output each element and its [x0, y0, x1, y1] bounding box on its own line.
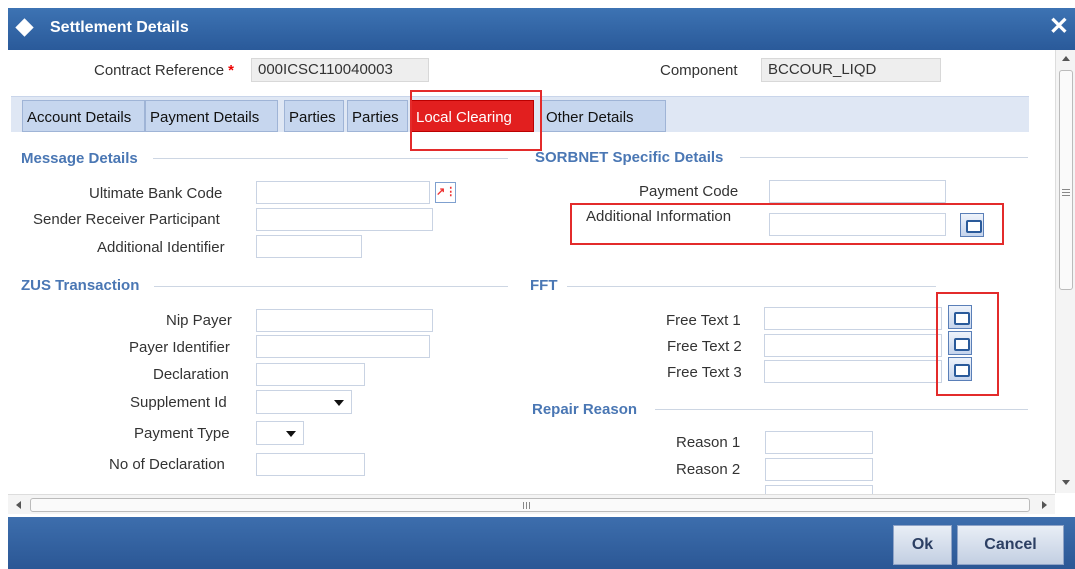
grip-icon	[1062, 189, 1070, 190]
ok-button[interactable]: Ok	[893, 525, 952, 565]
tab-account-details[interactable]: Account Details	[22, 100, 145, 132]
scroll-down-icon[interactable]	[1062, 480, 1070, 485]
highlight-local-clearing	[410, 90, 542, 151]
no-of-declaration-input[interactable]	[256, 453, 365, 476]
reason-2-label: Reason 2	[676, 461, 741, 478]
free-text-2-input[interactable]	[764, 334, 942, 357]
payment-code-input[interactable]	[769, 180, 946, 203]
declaration-label: Declaration	[153, 366, 229, 383]
required-marker: *	[228, 62, 234, 79]
additional-identifier-input[interactable]	[256, 235, 362, 258]
payment-type-select[interactable]	[256, 421, 304, 445]
fft-title: FFT	[530, 277, 558, 294]
payment-type-label: Payment Type	[134, 425, 230, 442]
reason-1-label: Reason 1	[676, 434, 741, 451]
payer-identifier-label: Payer Identifier	[129, 339, 230, 356]
sorbnet-title: SORBNET Specific Details	[535, 149, 724, 166]
free-text-3-input[interactable]	[764, 360, 942, 383]
note-icon[interactable]	[948, 305, 972, 329]
lov-search-icon[interactable]: ↗⋮	[435, 182, 456, 203]
vertical-scroll-thumb[interactable]	[1059, 70, 1073, 290]
additional-information-label: Additional Information	[586, 208, 732, 225]
repair-reason-title: Repair Reason	[532, 401, 638, 418]
scroll-left-icon[interactable]	[16, 501, 21, 509]
sender-receiver-label: Sender Receiver Participant	[33, 211, 220, 228]
component-label: Component	[660, 62, 738, 79]
additional-identifier-label: Additional Identifier	[97, 239, 225, 256]
tab-payment-details[interactable]: Payment Details	[145, 100, 278, 132]
message-details-title: Message Details	[21, 150, 138, 167]
window-title: Settlement Details	[50, 19, 189, 36]
scroll-up-icon[interactable]	[1062, 56, 1070, 61]
reason-2-input[interactable]	[765, 458, 873, 481]
dropdown-arrow-icon	[334, 400, 344, 406]
declaration-input[interactable]	[256, 363, 365, 386]
tab-parties-1[interactable]: Parties	[284, 100, 344, 132]
section-divider	[655, 409, 1028, 410]
cancel-button[interactable]: Cancel	[957, 525, 1064, 565]
note-icon[interactable]	[948, 357, 972, 381]
supplement-id-label: Supplement Id	[130, 394, 227, 411]
no-of-declaration-label: No of Declaration	[109, 456, 225, 473]
grip-icon	[523, 502, 524, 509]
zus-transaction-title: ZUS Transaction	[21, 277, 140, 294]
ultimate-bank-code-input[interactable]	[256, 181, 430, 204]
tab-other-details[interactable]: Other Details	[541, 100, 666, 132]
contract-reference-field: 000ICSC110040003	[251, 58, 429, 82]
payment-code-label: Payment Code	[639, 183, 739, 200]
section-divider	[154, 286, 508, 287]
free-text-3-label: Free Text 3	[667, 364, 742, 381]
sender-receiver-input[interactable]	[256, 208, 433, 231]
ultimate-bank-code-label: Ultimate Bank Code	[89, 185, 223, 202]
section-divider	[153, 158, 508, 159]
payer-identifier-input[interactable]	[256, 335, 430, 358]
dropdown-arrow-icon	[286, 431, 296, 437]
free-text-2-label: Free Text 2	[667, 338, 742, 355]
reason-1-input[interactable]	[765, 431, 873, 454]
nip-payer-input[interactable]	[256, 309, 433, 332]
additional-information-input[interactable]	[769, 213, 946, 236]
nip-payer-label: Nip Payer	[166, 312, 232, 329]
contract-reference-label: Contract Reference *	[94, 62, 234, 79]
window-title-bar: Settlement Details ✕	[8, 8, 1075, 50]
component-field: BCCOUR_LIQD	[761, 58, 941, 82]
tab-parties-2[interactable]: Parties	[347, 100, 408, 132]
horizontal-scroll-thumb[interactable]	[30, 498, 1030, 512]
section-divider	[740, 157, 1028, 158]
scroll-right-icon[interactable]	[1042, 501, 1047, 509]
close-icon[interactable]: ✕	[1049, 14, 1069, 40]
reason-3-input-partial[interactable]	[765, 485, 873, 494]
free-text-1-input[interactable]	[764, 307, 942, 330]
horizontal-scrollbar[interactable]	[8, 494, 1055, 514]
diamond-icon	[15, 18, 34, 37]
note-icon[interactable]	[960, 213, 984, 237]
supplement-id-select[interactable]	[256, 390, 352, 414]
note-icon[interactable]	[948, 331, 972, 355]
free-text-1-label: Free Text 1	[666, 312, 741, 329]
contract-reference-label-text: Contract Reference	[94, 62, 225, 79]
vertical-scrollbar[interactable]	[1055, 50, 1075, 493]
section-divider	[567, 286, 936, 287]
